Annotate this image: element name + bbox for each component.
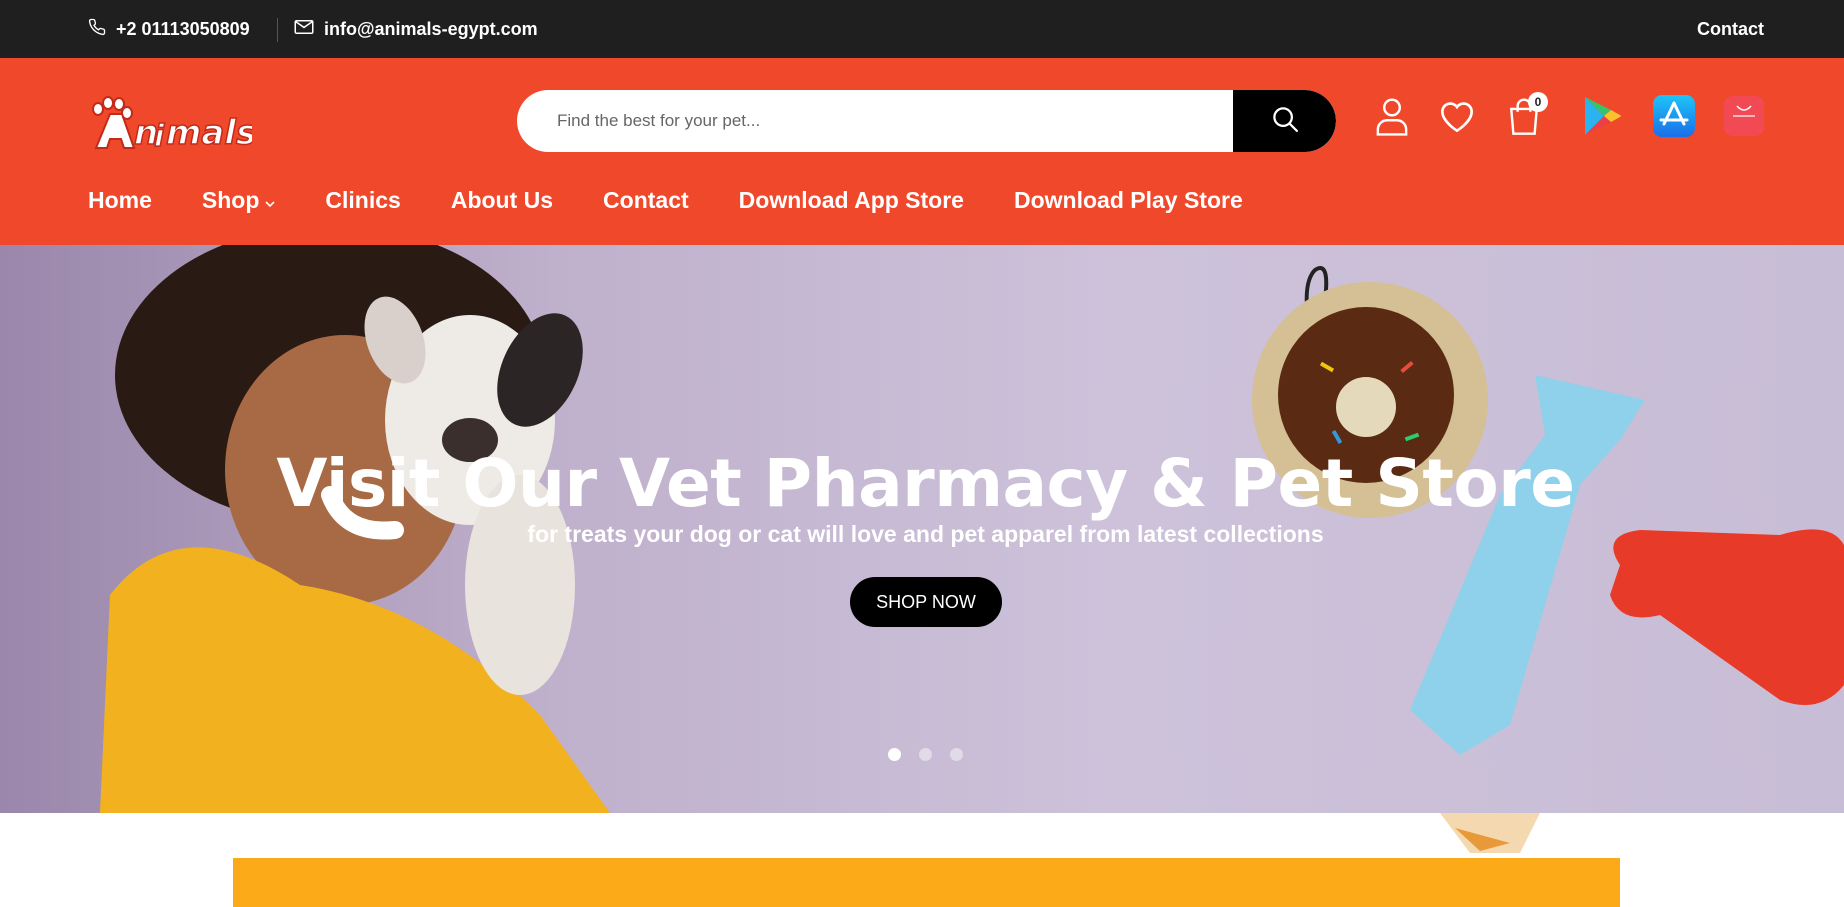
email-contact[interactable]: info@animals-egypt.com bbox=[294, 0, 538, 58]
google-play-icon bbox=[1582, 95, 1622, 142]
nav-label: Shop bbox=[201, 186, 260, 213]
slider-dot-2[interactable] bbox=[919, 748, 932, 761]
nav-item-contact[interactable]: Contact bbox=[603, 182, 689, 218]
email-address: info@animals-egypt.com bbox=[324, 18, 538, 39]
account-button[interactable] bbox=[1370, 96, 1414, 140]
hero-title: Visit Our Vet Pharmacy & Pet Store bbox=[276, 445, 1575, 522]
nav-item-clinics[interactable]: Clinics bbox=[325, 182, 400, 218]
site-header: n i mals 0 bbox=[0, 58, 1844, 245]
phone-contact[interactable]: +2 01113050809 bbox=[88, 0, 250, 58]
svg-text:i: i bbox=[154, 119, 165, 154]
svg-text:mals: mals bbox=[166, 113, 252, 153]
nav-item-about-us[interactable]: About Us bbox=[451, 182, 553, 218]
nav-label: Clinics bbox=[325, 186, 401, 213]
hero-slider: Visit Our Vet Pharmacy & Pet Store for t… bbox=[0, 245, 1844, 813]
search-bar bbox=[517, 90, 1336, 152]
nav-item-download-app-store[interactable]: Download App Store bbox=[739, 182, 964, 218]
product-image-fragment bbox=[1440, 813, 1540, 853]
google-play-link[interactable] bbox=[1580, 96, 1624, 140]
heart-icon bbox=[1438, 99, 1476, 138]
search-icon bbox=[1270, 104, 1300, 139]
huawei-appgallery-link[interactable] bbox=[1722, 95, 1766, 141]
hero-subtitle: for treats your dog or cat will love and… bbox=[527, 521, 1324, 547]
slider-dot-1[interactable] bbox=[888, 748, 901, 761]
logo-mark: n i mals bbox=[92, 96, 257, 155]
nav-label: About Us bbox=[450, 186, 554, 213]
cart-count-badge: 0 bbox=[1528, 92, 1548, 112]
wishlist-button[interactable] bbox=[1435, 96, 1479, 140]
slider-dot-3[interactable] bbox=[950, 748, 963, 761]
shop-now-button[interactable]: SHOP NOW bbox=[850, 577, 1002, 627]
nav-label: Download Play Store bbox=[1013, 186, 1243, 213]
slider-dots bbox=[888, 748, 963, 761]
main-nav: Home Shop Clinics About Us Contact Downl… bbox=[88, 182, 1243, 218]
phone-icon bbox=[88, 18, 106, 41]
top-bar: +2 01113050809 info@animals-egypt.com Co… bbox=[0, 0, 1844, 58]
nav-item-download-play-store[interactable]: Download Play Store bbox=[1014, 182, 1243, 218]
top-contact-link[interactable]: Contact bbox=[1697, 0, 1764, 58]
promo-banner[interactable] bbox=[233, 858, 1620, 907]
nav-label: Download App Store bbox=[738, 186, 964, 213]
divider bbox=[277, 18, 278, 42]
nav-item-home[interactable]: Home bbox=[88, 182, 152, 218]
cart-button[interactable]: 0 bbox=[1502, 92, 1548, 140]
nav-label: Home bbox=[88, 186, 152, 213]
search-input[interactable] bbox=[517, 90, 1233, 152]
nav-item-shop[interactable]: Shop bbox=[202, 182, 276, 218]
huawei-appgallery-icon bbox=[1724, 95, 1764, 141]
mail-icon bbox=[294, 19, 314, 40]
phone-number: +2 01113050809 bbox=[116, 18, 250, 39]
site-logo[interactable]: n i mals bbox=[88, 96, 257, 155]
chevron-down-icon bbox=[265, 187, 275, 214]
user-icon bbox=[1375, 96, 1409, 141]
nav-label: Contact bbox=[603, 186, 689, 213]
app-store-icon bbox=[1653, 94, 1695, 142]
app-store-link[interactable] bbox=[1652, 94, 1696, 142]
search-button[interactable] bbox=[1233, 90, 1336, 152]
